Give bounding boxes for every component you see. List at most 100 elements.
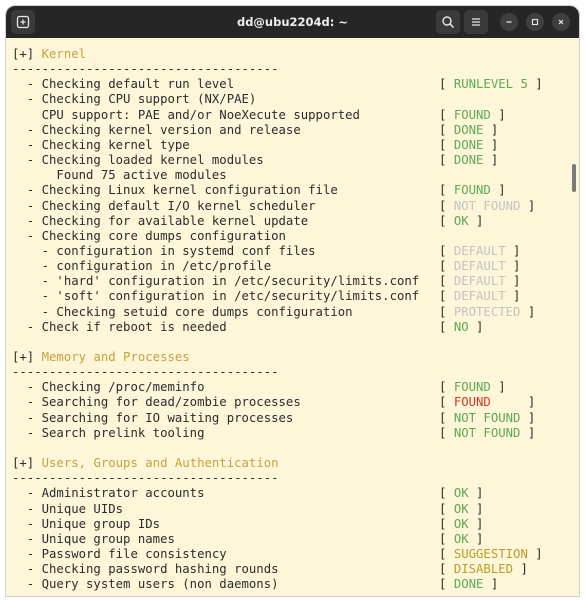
status-badge: [ DONE ]: [439, 123, 498, 138]
line-text: - Unique group IDs: [12, 516, 161, 531]
status-value: NOT FOUND: [453, 410, 521, 425]
bracket-open: [: [439, 183, 454, 198]
status-value: OK: [453, 531, 469, 546]
bracket-close: ]: [505, 274, 521, 289]
bracket-close: ]: [505, 289, 521, 304]
output-line: - Checking /proc/meminfo [ FOUND ]: [12, 380, 572, 395]
output-line: - 'hard' configuration in /etc/security/…: [12, 274, 572, 289]
line-text: - Checking for available kernel update: [12, 213, 309, 228]
status-value: DEFAULT: [453, 259, 506, 274]
bracket-open: [: [439, 410, 454, 425]
maximize-button[interactable]: [526, 13, 544, 31]
bracket-close: ]: [520, 425, 536, 440]
status-badge: [ NOT FOUND ]: [439, 426, 535, 441]
bracket-open: [: [439, 153, 454, 168]
minimize-button[interactable]: [500, 13, 518, 31]
section-title: Users, Groups and Authentication: [41, 456, 279, 471]
bracket-open: [: [439, 274, 454, 289]
status-badge: [ DONE ]: [439, 138, 498, 153]
status-badge: [ OK ]: [439, 486, 483, 501]
line-text: - configuration in systemd conf files: [12, 243, 316, 258]
status-badge: [ SUGGESTION ]: [439, 547, 543, 562]
bracket-close: ]: [520, 395, 536, 410]
status-value: DEFAULT: [453, 243, 506, 258]
status-value: SUGGESTION: [453, 546, 528, 561]
output-line: - Unique group names [ OK ]: [12, 532, 572, 547]
section-marker: [+]: [12, 350, 42, 364]
bracket-close: ]: [468, 319, 484, 334]
search-button[interactable]: [436, 10, 460, 34]
status-badge: [ PROTECTED ]: [439, 305, 535, 320]
bracket-open: [: [439, 562, 454, 577]
bracket-open: [: [439, 213, 454, 228]
line-text: - Checking default run level: [12, 77, 235, 92]
output-line: - configuration in systemd conf files [ D…: [12, 244, 572, 259]
output-line: - Unique UIDs [ OK ]: [12, 502, 572, 517]
bracket-open: [: [439, 137, 454, 152]
status-badge: [ NO ]: [439, 320, 483, 335]
status-badge: [ FOUND ]: [439, 380, 506, 395]
bracket-close: ]: [468, 501, 484, 516]
status-badge: [ OK ]: [439, 517, 483, 532]
bracket-open: [: [439, 395, 454, 410]
maximize-icon: [531, 18, 539, 26]
bracket-close: ]: [483, 577, 499, 592]
output-line: - Administrator accounts [ OK ]: [12, 486, 572, 501]
status-value: FOUND: [453, 395, 491, 410]
bracket-open: [: [439, 259, 454, 274]
status-value: NOT FOUND: [453, 198, 521, 213]
close-button[interactable]: [552, 13, 570, 31]
terminal-window: dd@ubu2204d: ~ [+] Kernel ---------------…: [6, 6, 579, 596]
section-marker: [+]: [12, 47, 42, 61]
line-text: - Checking password hashing rounds: [12, 562, 279, 577]
status-value: OK: [453, 486, 469, 501]
bracket-open: [: [439, 577, 454, 592]
line-text: ------------------------------------: [12, 62, 279, 77]
status-badge: [ DISABLED ]: [439, 562, 528, 577]
bracket-open: [: [439, 198, 454, 213]
window-title: dd@ubu2204d: ~: [236, 15, 349, 29]
status-badge: [ OK ]: [439, 502, 483, 517]
terminal-output[interactable]: [+] Kernel ------------------------------…: [6, 38, 579, 596]
line-text: - Checking /proc/meminfo: [12, 380, 205, 395]
bracket-close: ]: [520, 198, 536, 213]
status-badge: [ NOT FOUND ]: [439, 199, 535, 214]
output-line: - Searching for IO waiting processes [ NO…: [12, 411, 572, 426]
status-value: FOUND: [453, 107, 491, 122]
line-text: ------------------------------------: [12, 471, 279, 486]
divider: ------------------------------------: [12, 471, 572, 486]
bracket-open: [: [439, 531, 454, 546]
menu-button[interactable]: [464, 10, 488, 34]
output-line: - Checking password hashing rounds [ DISA…: [12, 562, 572, 577]
status-badge: [ DEFAULT ]: [439, 289, 520, 304]
bracket-close: ]: [483, 153, 499, 168]
output-line: - Checking kernel version and release [ D…: [12, 123, 572, 138]
bracket-open: [: [439, 289, 454, 304]
hamburger-menu-icon: [472, 18, 480, 26]
status-value: DISABLED: [453, 562, 514, 577]
bracket-open: [: [439, 319, 454, 334]
status-value: DEFAULT: [453, 274, 506, 289]
search-icon: [442, 16, 455, 29]
bracket-open: [: [439, 501, 454, 516]
status-value: DONE: [453, 577, 484, 592]
divider: ------------------------------------: [12, 62, 572, 77]
output-line: - Checking for available kernel update [ …: [12, 214, 572, 229]
line-text: - configuration in /etc/profile: [12, 259, 272, 274]
bracket-close: ]: [483, 122, 499, 137]
bracket-open: [: [439, 304, 454, 319]
bracket-close: ]: [490, 183, 506, 198]
output-line: - Password file consistency [ SUGGESTION …: [12, 547, 572, 562]
bracket-close: ]: [468, 486, 484, 501]
line-text: - Check if reboot is needed: [12, 319, 227, 334]
section-title: Memory and Processes: [41, 350, 190, 364]
divider: ------------------------------------: [12, 365, 572, 380]
bracket-open: [: [439, 107, 454, 122]
output-line: CPU support: PAE and/or NoeXecute suppor…: [12, 108, 572, 123]
scrollbar[interactable]: [572, 164, 576, 192]
section-heading: [+] Memory and Processes: [12, 350, 572, 365]
line-text: - 'soft' configuration in /etc/security/…: [12, 289, 420, 304]
bracket-open: [: [439, 77, 454, 92]
